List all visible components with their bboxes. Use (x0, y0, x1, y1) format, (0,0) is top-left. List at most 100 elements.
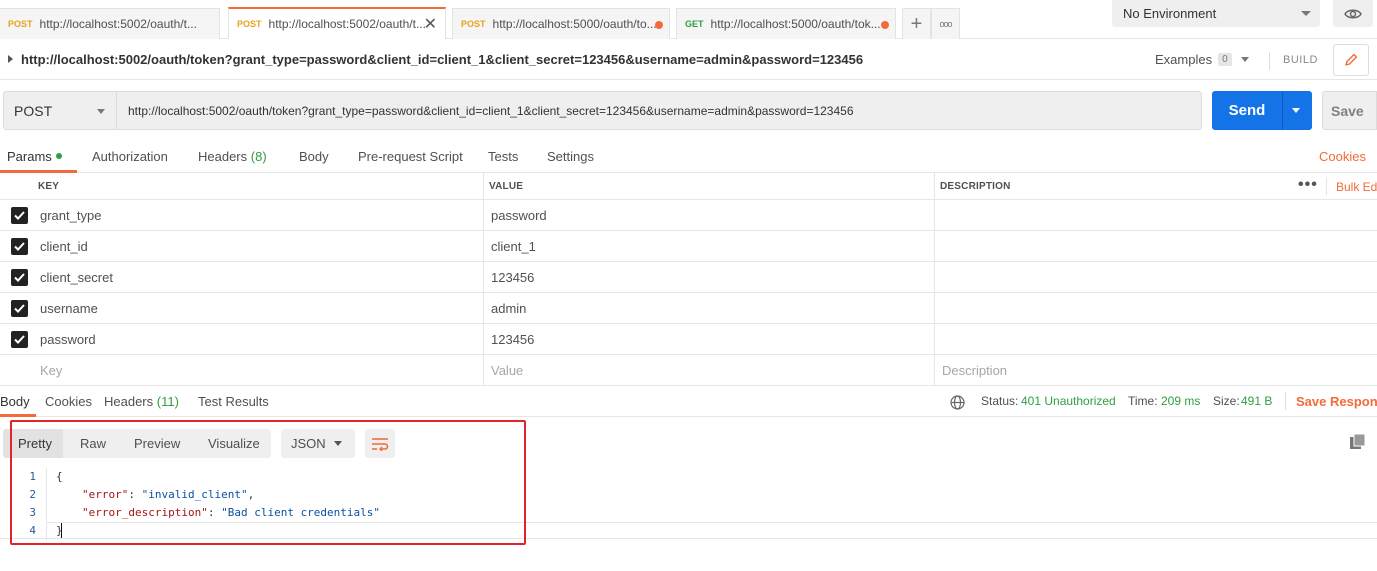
divider (934, 355, 935, 385)
tab-response-headers[interactable]: Headers (11) (104, 394, 179, 409)
request-tab-1[interactable]: POST http://localhost:5002/oauth/t... (0, 8, 220, 39)
environment-select[interactable]: No Environment (1112, 0, 1320, 27)
param-value[interactable]: 123456 (491, 324, 931, 354)
param-description[interactable] (941, 262, 1281, 292)
format-label: JSON (291, 436, 326, 451)
build-label[interactable]: BUILD (1283, 54, 1318, 66)
param-key[interactable]: client_id (40, 231, 484, 261)
save-button[interactable]: Save (1322, 91, 1377, 130)
active-tab-underline (0, 414, 36, 417)
status-label: Status: (981, 394, 1019, 408)
tab-test-results[interactable]: Test Results (198, 394, 269, 409)
line-number: 1 (29, 470, 36, 483)
request-tab-4[interactable]: GET http://localhost:5000/oauth/tok... (676, 8, 896, 39)
json-string: "Bad client credentials" (221, 506, 381, 519)
param-checkbox[interactable] (11, 238, 28, 255)
globe-icon[interactable] (950, 395, 965, 410)
view-mode-pretty[interactable]: Pretty (3, 429, 63, 458)
more-tabs-button[interactable]: ooo (931, 8, 960, 39)
new-description-input[interactable]: Description (942, 355, 1282, 385)
view-mode-raw[interactable]: Raw (80, 429, 106, 458)
param-value[interactable]: admin (491, 293, 931, 323)
url-input[interactable] (117, 91, 1202, 130)
code-text: "error_description": "Bad client credent… (82, 506, 381, 519)
table-row: client_secret 123456 (0, 262, 1377, 293)
json-key: "error_description" (82, 506, 208, 519)
param-value[interactable]: password (491, 200, 931, 230)
tab-method: POST (8, 19, 33, 29)
new-tab-button[interactable]: + (902, 8, 931, 39)
tab-method: POST (237, 19, 262, 29)
param-value[interactable]: 123456 (491, 262, 931, 292)
edit-button[interactable] (1333, 44, 1369, 76)
more-icon: ooo (939, 19, 952, 29)
table-row: grant_type password (0, 200, 1377, 231)
new-key-input[interactable]: Key (40, 355, 484, 385)
cookies-link[interactable]: Cookies (1319, 149, 1366, 164)
size-value[interactable]: 491 B (1241, 394, 1272, 408)
view-mode-preview[interactable]: Preview (134, 429, 180, 458)
examples-dropdown[interactable]: Examples 0 (1155, 52, 1249, 67)
wrap-lines-button[interactable] (365, 429, 395, 458)
tab-headers-count: (8) (250, 149, 267, 164)
time-value[interactable]: 209 ms (1161, 394, 1200, 408)
tab-tests[interactable]: Tests (488, 149, 518, 164)
param-key[interactable]: username (40, 293, 484, 323)
unsaved-dot-icon (655, 21, 663, 29)
param-checkbox[interactable] (11, 207, 28, 224)
more-options-icon[interactable]: ••• (1298, 176, 1318, 194)
tab-response-body[interactable]: Body (0, 394, 30, 409)
send-button[interactable]: Send (1212, 91, 1312, 130)
tab-headers-label: Headers (198, 149, 248, 164)
save-response-button[interactable]: Save Response (1296, 394, 1377, 409)
bulk-edit-link[interactable]: Bulk Edit (1336, 180, 1377, 194)
param-description[interactable] (941, 231, 1281, 261)
column-header-key: KEY (38, 180, 60, 192)
time-label: Time: (1128, 394, 1158, 408)
tab-headers[interactable]: Headers (8) (198, 149, 267, 164)
param-key[interactable]: password (40, 324, 484, 354)
tab-params[interactable]: Params (7, 149, 62, 164)
param-key[interactable]: grant_type (40, 200, 484, 230)
tab-settings[interactable]: Settings (547, 149, 594, 164)
request-tab-3[interactable]: POST http://localhost:5000/oauth/to... (452, 8, 670, 39)
param-checkbox[interactable] (11, 269, 28, 286)
json-string: "invalid_client" (141, 488, 248, 501)
param-description[interactable] (941, 293, 1281, 323)
json-key: "error" (82, 488, 129, 501)
view-mode-visualize[interactable]: Visualize (208, 429, 260, 458)
method-select[interactable]: POST (3, 91, 117, 130)
pencil-icon (1345, 53, 1358, 66)
method-label: POST (14, 102, 53, 119)
param-value[interactable]: client_1 (491, 231, 931, 261)
expand-triangle-icon[interactable] (8, 55, 13, 63)
checkmark-icon (14, 335, 25, 344)
line-gutter-divider (46, 468, 47, 540)
param-key[interactable]: client_secret (40, 262, 484, 292)
response-body-editor[interactable]: 1 { 2 "error": "invalid_client", 3 "erro… (0, 468, 1377, 540)
checkmark-icon (14, 304, 25, 313)
tab-response-headers-label: Headers (104, 394, 154, 409)
send-options-chevron-icon[interactable] (1292, 108, 1300, 113)
checkmark-icon (14, 242, 25, 251)
request-tab-2[interactable]: POST http://localhost:5002/oauth/t... ✕ (228, 7, 446, 39)
param-checkbox[interactable] (11, 331, 28, 348)
divider (934, 293, 935, 323)
request-title[interactable]: http://localhost:5002/oauth/token?grant_… (21, 52, 863, 67)
tab-authorization[interactable]: Authorization (92, 149, 168, 164)
param-description[interactable] (941, 324, 1281, 354)
param-description[interactable] (941, 200, 1281, 230)
format-select[interactable]: JSON (281, 429, 355, 458)
tab-pre-request-script[interactable]: Pre-request Script (358, 149, 463, 164)
tab-body[interactable]: Body (299, 149, 329, 164)
close-tab-icon[interactable]: ✕ (424, 14, 437, 34)
copy-icon[interactable] (1349, 433, 1367, 451)
param-checkbox[interactable] (11, 300, 28, 317)
new-value-input[interactable]: Value (491, 355, 931, 385)
active-indicator-dot-icon (55, 153, 62, 159)
tab-response-cookies[interactable]: Cookies (45, 394, 92, 409)
divider (1269, 52, 1270, 70)
table-header-row: KEY VALUE DESCRIPTION ••• Bulk Edit (0, 173, 1377, 200)
status-value[interactable]: 401 Unauthorized (1021, 394, 1116, 408)
environment-quick-look-button[interactable] (1333, 0, 1373, 27)
